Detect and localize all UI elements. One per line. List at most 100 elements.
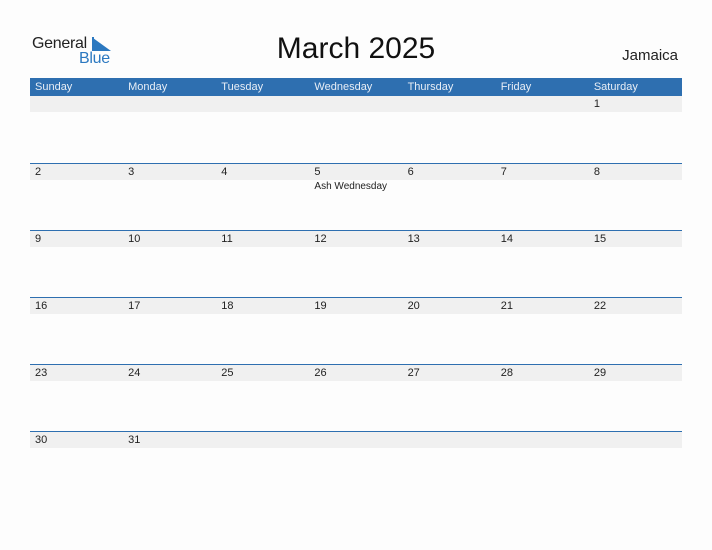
day-number: 22: [588, 298, 682, 314]
day-cell: 22: [588, 298, 682, 364]
day-number: [588, 432, 682, 448]
day-cell: 19: [309, 298, 403, 364]
day-cell: 30: [30, 432, 124, 498]
day-number: [495, 96, 589, 112]
day-cell: 5 Ash Wednesday: [309, 164, 403, 230]
weekday-monday: Monday: [128, 81, 168, 93]
day-cell: 23: [30, 365, 124, 431]
day-number: 10: [123, 231, 217, 247]
day-number: 24: [123, 365, 217, 381]
day-number: 16: [30, 298, 124, 314]
day-cell: 2: [30, 164, 124, 230]
day-cell: 11: [216, 231, 310, 297]
day-number: [402, 432, 496, 448]
day-cell: 17: [123, 298, 217, 364]
day-number: [123, 96, 217, 112]
day-cell: [495, 96, 589, 163]
day-cell: [123, 96, 217, 163]
day-cell: 1: [588, 96, 682, 163]
day-cell: 21: [495, 298, 589, 364]
holiday-label: Ash Wednesday: [314, 181, 388, 192]
day-cell: 20: [402, 298, 496, 364]
day-cell: [216, 96, 310, 163]
day-number: [309, 96, 403, 112]
day-number: 20: [402, 298, 496, 314]
day-number: 7: [495, 164, 589, 180]
day-number: 29: [588, 365, 682, 381]
day-number: 8: [588, 164, 682, 180]
day-number: 11: [216, 231, 310, 247]
week-row: 9 10 11 12 13 14 15: [30, 230, 682, 297]
day-number: 9: [30, 231, 124, 247]
day-number: [309, 432, 403, 448]
day-number: 6: [402, 164, 496, 180]
week-row: 16 17 18 19 20 21 22: [30, 297, 682, 364]
day-cell: 16: [30, 298, 124, 364]
day-cell: 15: [588, 231, 682, 297]
day-number: 30: [30, 432, 124, 448]
day-number: 14: [495, 231, 589, 247]
day-cell: 6: [402, 164, 496, 230]
day-number: 1: [588, 96, 682, 112]
week-row: 23 24 25 26 27 28 29: [30, 364, 682, 431]
day-number: [402, 96, 496, 112]
weekday-tuesday: Tuesday: [221, 81, 264, 93]
day-cell: 24: [123, 365, 217, 431]
day-number: [216, 432, 310, 448]
day-number: 21: [495, 298, 589, 314]
day-cell: [495, 432, 589, 498]
day-number: [495, 432, 589, 448]
day-number: 5: [309, 164, 403, 180]
weekday-sunday: Sunday: [35, 81, 73, 93]
day-cell: 12: [309, 231, 403, 297]
week-row: 30 31: [30, 431, 682, 498]
weekday-wednesday: Wednesday: [314, 81, 373, 93]
day-cell: [216, 432, 310, 498]
day-cell: 7: [495, 164, 589, 230]
day-number: 31: [123, 432, 217, 448]
day-cell: 29: [588, 365, 682, 431]
day-cell: [30, 96, 124, 163]
day-cell: 4: [216, 164, 310, 230]
day-cell: 18: [216, 298, 310, 364]
day-cell: 3: [123, 164, 217, 230]
weekday-header: Sunday Monday Tuesday Wednesday Thursday…: [30, 78, 682, 96]
day-cell: 10: [123, 231, 217, 297]
day-cell: [402, 432, 496, 498]
country-label: Jamaica: [622, 47, 678, 64]
week-row: 2 3 4 5 Ash Wednesday 6 7 8: [30, 163, 682, 230]
day-number: 28: [495, 365, 589, 381]
day-number: 19: [309, 298, 403, 314]
day-cell: 26: [309, 365, 403, 431]
day-number: 23: [30, 365, 124, 381]
day-number: 26: [309, 365, 403, 381]
weekday-saturday: Saturday: [593, 81, 638, 93]
day-number: 15: [588, 231, 682, 247]
weekday-friday: Friday: [500, 81, 532, 93]
day-cell: [309, 432, 403, 498]
day-cell: 14: [495, 231, 589, 297]
day-number: 3: [123, 164, 217, 180]
day-cell: 8: [588, 164, 682, 230]
day-number: 27: [402, 365, 496, 381]
day-cell: 13: [402, 231, 496, 297]
day-cell: 31: [123, 432, 217, 498]
week-row: 1: [30, 96, 682, 163]
day-number: [30, 96, 124, 112]
day-cell: 28: [495, 365, 589, 431]
day-cell: 9: [30, 231, 124, 297]
day-number: 2: [30, 164, 124, 180]
calendar-title: March 2025: [276, 32, 436, 65]
day-cell: [588, 432, 682, 498]
calendar-grid: Sunday Monday Tuesday Wednesday Thursday…: [30, 78, 682, 498]
day-number: 17: [123, 298, 217, 314]
day-cell: [309, 96, 403, 163]
day-cell: [402, 96, 496, 163]
weekday-thursday: Thursday: [407, 81, 454, 93]
day-number: [216, 96, 310, 112]
day-cell: 25: [216, 365, 310, 431]
day-cell: 27: [402, 365, 496, 431]
day-number: 25: [216, 365, 310, 381]
day-number: 18: [216, 298, 310, 314]
day-number: 12: [309, 231, 403, 247]
